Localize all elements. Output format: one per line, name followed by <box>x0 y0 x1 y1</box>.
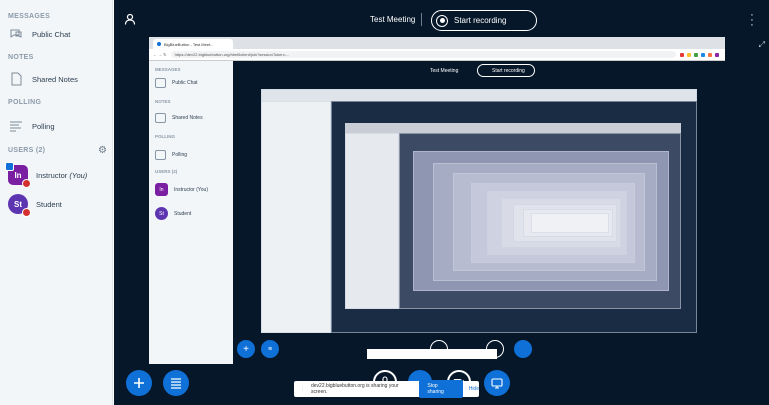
browser-address-bar: ← → ↻ https://dev22.bigbluebutton.org/ht… <box>149 49 725 61</box>
shared-messages-title: MESSAGES <box>155 67 181 72</box>
shared-user-student: St Student <box>155 207 191 220</box>
record-icon <box>436 14 448 27</box>
nested-sidebar <box>345 133 399 309</box>
user-icon[interactable] <box>124 13 136 25</box>
polling-icon <box>8 119 24 133</box>
plus-icon: + <box>237 340 255 358</box>
presenter-icon <box>5 162 14 171</box>
notes-section-title: NOTES <box>8 54 34 61</box>
share-notice-text: dev22.bigbluebutton.org is sharing your … <box>311 383 399 395</box>
avatar: In <box>155 183 168 196</box>
chat-icon <box>155 78 166 88</box>
user-list-item[interactable]: In Instructor (You) <box>5 162 87 188</box>
favicon-icon <box>157 42 161 46</box>
nested-frame <box>531 213 609 233</box>
shared-public-chat: Public Chat <box>155 78 198 88</box>
kebab-icon[interactable]: · · · <box>749 10 755 31</box>
messages-section-title: MESSAGES <box>8 13 51 20</box>
polling-label: Polling <box>32 121 55 131</box>
hide-button[interactable]: Hide <box>469 386 479 392</box>
user-you-suffix: (You) <box>69 170 88 180</box>
shared-sidebar: MESSAGES Public Chat NOTES Shared Notes … <box>149 61 233 364</box>
shared-record-label: Start recording <box>492 67 525 74</box>
shared-main: Test Meeting Start recording + ≡ <box>233 61 725 364</box>
browser-extensions <box>680 52 725 57</box>
desktop-share-button[interactable] <box>484 370 510 396</box>
users-section-title: USERS (2) <box>8 147 46 154</box>
browser-tab: BigBlueButton - Test Meet... <box>153 39 233 49</box>
shared-meeting-title: Test Meeting <box>430 68 459 74</box>
user-name: Student <box>36 199 62 209</box>
record-label: Start recording <box>454 16 507 25</box>
public-chat-label: Public Chat <box>32 29 71 39</box>
sidebar-item-public-chat[interactable]: Public Chat <box>8 27 70 41</box>
actions-plus-button[interactable] <box>126 370 152 396</box>
list-icon <box>171 378 181 389</box>
shared-client: MESSAGES Public Chat NOTES Shared Notes … <box>149 61 725 364</box>
polling-section-title: POLLING <box>8 99 42 106</box>
shared-notes-title: NOTES <box>155 99 171 104</box>
screenshare-video: BigBlueButton - Test Meet... ← → ↻ https… <box>149 37 725 364</box>
shared-polling-label: Polling <box>172 152 188 158</box>
user-name: Instructor (You) <box>36 171 87 180</box>
nested-share-notice <box>367 349 497 359</box>
shared-user-instructor: In Instructor (You) <box>155 183 208 196</box>
shared-public-chat-label: Public Chat <box>172 80 198 86</box>
avatar: St <box>8 194 31 217</box>
sidebar-item-shared-notes[interactable]: Shared Notes <box>8 72 78 86</box>
screen-share-notice: ⋮ dev22.bigbluebutton.org is sharing you… <box>294 380 479 398</box>
presentation-list-button[interactable] <box>163 370 189 396</box>
shared-polling-title: POLLING <box>155 134 175 139</box>
avatar: St <box>155 207 168 220</box>
mic-muted-icon <box>22 179 31 188</box>
mic-muted-icon <box>22 208 31 217</box>
browser-tab-title: BigBlueButton - Test Meet... <box>164 41 214 47</box>
polling-icon <box>155 150 166 160</box>
browser-tabbar: BigBlueButton - Test Meet... <box>149 37 725 49</box>
shared-users-title: USERS (2) <box>155 169 178 174</box>
shared-instructor-label: Instructor (You) <box>174 186 208 193</box>
user-list-item[interactable]: St Student <box>8 194 62 217</box>
shared-notes-label: Shared Notes <box>32 74 78 84</box>
sidebar: MESSAGES Public Chat NOTES Shared Notes … <box>0 0 113 405</box>
meeting-title: Test Meeting <box>370 15 416 24</box>
shared-student-label: Student <box>174 210 192 217</box>
shared-polling: Polling <box>155 150 187 160</box>
shared-shared-notes: Shared Notes <box>155 113 203 123</box>
notes-icon <box>155 113 166 123</box>
app: MESSAGES Public Chat NOTES Shared Notes … <box>0 0 769 405</box>
shared-shared-notes-label: Shared Notes <box>172 115 203 121</box>
nested-sidebar <box>261 101 331 333</box>
avatar-initials: St <box>14 199 22 209</box>
fullscreen-icon[interactable]: ⤢ <box>759 40 765 50</box>
chat-icon <box>8 27 24 41</box>
main-area: Test Meeting Start recording · · · ⤢ BigBl… <box>114 0 769 405</box>
list-icon: ≡ <box>261 340 279 358</box>
avatar-initials: In <box>14 170 22 180</box>
sidebar-item-polling[interactable]: Polling <box>8 119 55 133</box>
gear-icon[interactable]: ⚙ <box>98 146 108 156</box>
header-divider <box>421 13 422 26</box>
notes-icon <box>8 72 24 86</box>
stop-sharing-button[interactable]: Stop sharing <box>419 380 463 398</box>
browser-url: https://dev22.bigbluebutton.org/html5cli… <box>170 51 676 58</box>
shared-record-button: Start recording <box>477 64 535 77</box>
desktop-share-icon <box>514 340 532 358</box>
desktop-share-icon <box>491 377 503 389</box>
drag-handle-icon[interactable]: ⋮ <box>300 386 305 392</box>
user-name-text: Instructor <box>36 170 68 180</box>
plus-icon <box>134 378 144 388</box>
avatar: In <box>5 162 31 188</box>
start-recording-button[interactable]: Start recording <box>431 10 537 31</box>
nav-arrows-icon: ← → ↻ <box>153 52 167 57</box>
